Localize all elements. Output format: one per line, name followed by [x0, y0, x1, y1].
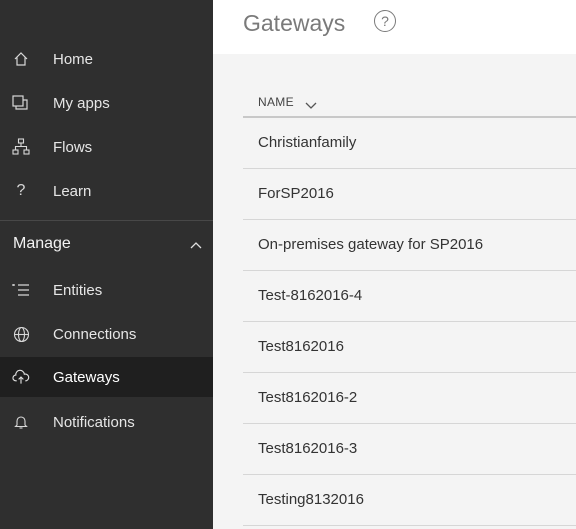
gateway-name: ForSP2016 — [258, 185, 334, 202]
nav-item-connections[interactable]: Connections — [0, 314, 213, 354]
manage-section-toggle[interactable]: Manage — [0, 228, 213, 262]
sidebar-divider — [0, 220, 213, 221]
gateway-name: Christianfamily — [258, 134, 357, 151]
page-title: Gateways — [243, 10, 346, 36]
cloud-upload-icon — [12, 368, 30, 386]
nav-item-home[interactable]: Home — [0, 39, 213, 79]
nav-label-entities: Entities — [53, 281, 103, 299]
nav-label-connections: Connections — [53, 325, 137, 343]
table-row[interactable]: Test-8162016-4 — [243, 271, 576, 322]
nav-label-gateways: Gateways — [53, 368, 120, 386]
bell-icon — [12, 413, 30, 431]
table-row[interactable]: ForSP2016 — [243, 169, 576, 220]
gateway-name: Test8162016-3 — [258, 440, 358, 457]
nav-label-my-apps: My apps — [53, 94, 110, 112]
chevron-up-icon — [189, 238, 203, 252]
home-icon — [12, 50, 30, 68]
nav-item-notifications[interactable]: Notifications — [0, 402, 213, 442]
column-header-name[interactable]: NAME — [243, 86, 576, 118]
my-apps-icon — [12, 94, 30, 112]
gateway-name: Test8162016 — [258, 338, 344, 355]
nav-item-gateways[interactable]: Gateways — [0, 357, 213, 397]
globe-icon — [12, 325, 30, 343]
gateway-name: Testing8132016 — [258, 491, 364, 508]
table-row[interactable]: On-premises gateway for SP2016 — [243, 220, 576, 271]
page-header: Gateways ? — [213, 0, 576, 54]
question-icon: ? — [16, 182, 26, 199]
manage-section-label: Manage — [13, 235, 71, 252]
flows-icon — [12, 138, 30, 156]
nav-item-flows[interactable]: Flows — [0, 127, 213, 167]
nav-label-home: Home — [53, 50, 94, 68]
table-row[interactable]: Christianfamily — [243, 118, 576, 169]
sidebar: Home My apps Flows ? Learn Manage Entiti… — [0, 0, 213, 529]
nav-item-learn[interactable]: ? Learn — [0, 171, 213, 211]
nav-label-learn: Learn — [53, 182, 92, 200]
gateway-name: Test8162016-2 — [258, 389, 358, 406]
gateways-table: NAME Christianfamily ForSP2016 On-premis… — [243, 86, 576, 526]
nav-item-my-apps[interactable]: My apps — [0, 83, 213, 123]
gateway-name: Test-8162016-4 — [258, 287, 363, 304]
chevron-down-icon — [305, 97, 317, 109]
column-header-label: NAME — [258, 95, 294, 109]
nav-label-flows: Flows — [53, 138, 93, 156]
table-row[interactable]: Testing8132016 — [243, 475, 576, 526]
table-row[interactable]: Test8162016 — [243, 322, 576, 373]
table-row[interactable]: Test8162016-2 — [243, 373, 576, 424]
nav-label-notifications: Notifications — [53, 413, 135, 431]
table-row[interactable]: Test8162016-3 — [243, 424, 576, 475]
nav-item-entities[interactable]: Entities — [0, 270, 213, 310]
list-icon — [12, 281, 30, 299]
gateway-name: On-premises gateway for SP2016 — [258, 236, 484, 253]
help-icon[interactable]: ? — [374, 10, 396, 32]
